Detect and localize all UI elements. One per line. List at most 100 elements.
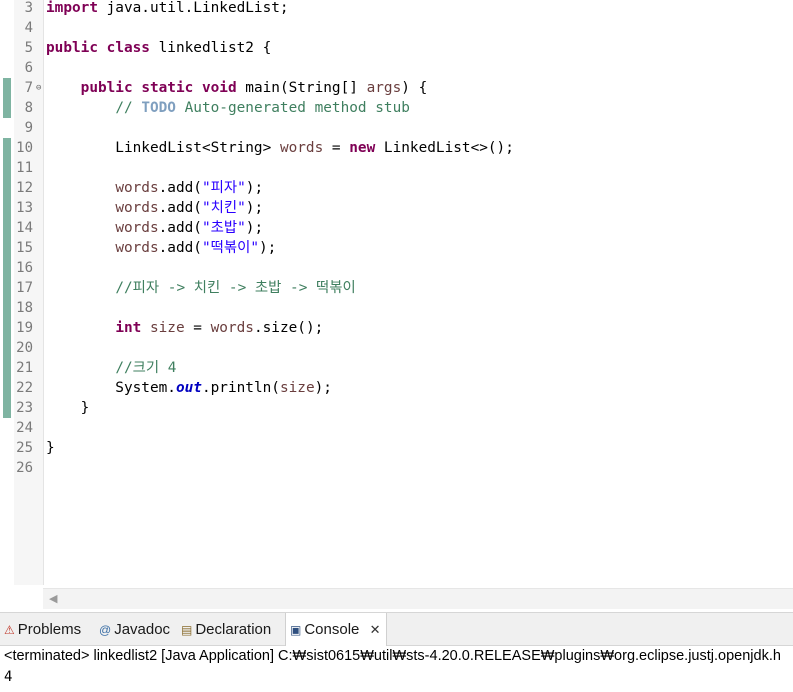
line-number: 24: [16, 420, 33, 436]
change-marker: [3, 138, 11, 418]
line-number: 18: [16, 300, 33, 316]
code-token: .add(: [158, 180, 202, 196]
code-line[interactable]: //크기 4: [46, 358, 176, 378]
code-line[interactable]: //피자 -> 치킨 -> 초밥 -> 떡볶이: [46, 278, 356, 298]
fold-toggle-icon[interactable]: ⊖: [36, 83, 41, 93]
tab-declaration[interactable]: ▤ Declaration: [181, 613, 271, 645]
line-number: 15: [16, 240, 33, 256]
console-panel: ⚠ Problems @ Javadoc ▤ Declaration ▣ Console…: [0, 612, 793, 692]
code-token: args: [366, 80, 402, 96]
console-status: <terminated> linkedlist2 [Java Applicati…: [4, 648, 781, 664]
code-token: words: [115, 240, 159, 256]
tab-label: Console: [304, 621, 360, 638]
code-token: );: [245, 200, 264, 216]
code-token: Auto-generated method stub: [175, 100, 410, 116]
code-token: words: [115, 220, 159, 236]
code-line[interactable]: words.add("떡볶이");: [46, 238, 276, 258]
code-token: size: [149, 320, 185, 336]
code-line[interactable]: System.out.println(size);: [46, 378, 332, 398]
problems-icon: ⚠: [4, 623, 15, 638]
line-number: 4: [24, 20, 33, 36]
line-number: 10: [16, 140, 33, 156]
line-number-gutter: 3 4 5 6 7 ⊖ 8 9 10 11 12 13 14 15 16 17 18 19 20 21 22 23 24 25…: [14, 0, 44, 585]
code-line[interactable]: words.add("초밥");: [46, 218, 263, 238]
console-output[interactable]: 4: [4, 668, 12, 686]
code-token: );: [314, 380, 332, 396]
code-token: //피자 -> 치킨 -> 초밥 -> 떡볶이: [115, 280, 356, 296]
tab-javadoc[interactable]: @ Javadoc: [99, 613, 170, 645]
code-line[interactable]: int size = words.size();: [46, 318, 323, 338]
line-number: 3: [24, 0, 33, 16]
code-token: void: [201, 80, 237, 96]
line-number: 23: [16, 400, 33, 416]
code-token: "피자": [201, 180, 246, 196]
code-editor[interactable]: 3 4 5 6 7 ⊖ 8 9 10 11 12 13 14 15 16 17 18 19 20 21 22 23 24 25…: [0, 0, 793, 612]
code-line[interactable]: import java.util.LinkedList;: [46, 0, 289, 18]
code-line[interactable]: public class linkedlist2 {: [46, 38, 271, 58]
code-token: System.: [46, 380, 176, 396]
code-token: static: [141, 80, 194, 96]
code-token: .println(: [201, 380, 280, 396]
code-token: linkedlist2 {: [149, 40, 272, 56]
line-number: 26: [16, 460, 33, 476]
code-token: int: [115, 320, 142, 336]
tab-problems[interactable]: ⚠ Problems: [4, 613, 81, 645]
tab-label: Problems: [17, 621, 82, 638]
line-number: 13: [16, 200, 33, 216]
code-token: .size();: [253, 320, 324, 336]
line-number: 21: [16, 360, 33, 376]
code-line[interactable]: public static void main(String[] args) {: [46, 78, 428, 98]
line-number: 20: [16, 340, 33, 356]
code-token: "초밥": [201, 220, 246, 236]
line-number: 22: [16, 380, 33, 396]
code-token: words: [115, 180, 159, 196]
javadoc-icon: @: [99, 623, 112, 638]
tab-label: Javadoc: [114, 621, 171, 638]
code-token: words: [210, 320, 254, 336]
code-token: public: [46, 40, 98, 56]
line-number: 14: [16, 220, 33, 236]
code-line[interactable]: words.add("피자");: [46, 178, 263, 198]
code-token: );: [245, 220, 264, 236]
code-token: .add(: [158, 240, 202, 256]
code-token: TODO: [141, 100, 176, 116]
code-token: import: [46, 0, 98, 16]
code-token: words: [279, 140, 324, 156]
code-token: java.util.LinkedList;: [97, 0, 289, 16]
code-token: LinkedList<>();: [375, 140, 514, 156]
code-token: =: [184, 320, 211, 336]
line-number: 25: [16, 440, 33, 456]
line-number: 16: [16, 260, 33, 276]
code-token: class: [106, 40, 150, 56]
code-token: =: [323, 140, 350, 156]
code-line[interactable]: }: [46, 398, 90, 418]
line-number: 11: [16, 160, 33, 176]
tab-console[interactable]: ▣ Console ✕: [285, 613, 388, 646]
code-line[interactable]: }: [46, 438, 55, 458]
code-token: ) {: [401, 80, 428, 96]
code-token: //크기 4: [115, 360, 177, 376]
line-number: 9: [24, 120, 33, 136]
code-line[interactable]: LinkedList<String> words = new LinkedLis…: [46, 138, 514, 158]
code-line[interactable]: // TODO Auto-generated method stub: [46, 98, 410, 118]
close-icon[interactable]: ✕: [370, 622, 381, 637]
scroll-left-icon[interactable]: ◀: [49, 592, 57, 605]
code-token: out: [175, 380, 202, 396]
code-token: size: [279, 380, 315, 396]
horizontal-scrollbar[interactable]: ◀: [43, 588, 793, 609]
code-token: LinkedList<String>: [46, 140, 280, 156]
line-number: 19: [16, 320, 33, 336]
code-line[interactable]: words.add("치킨");: [46, 198, 263, 218]
code-token: public: [80, 80, 133, 96]
tab-label: Declaration: [195, 621, 272, 638]
